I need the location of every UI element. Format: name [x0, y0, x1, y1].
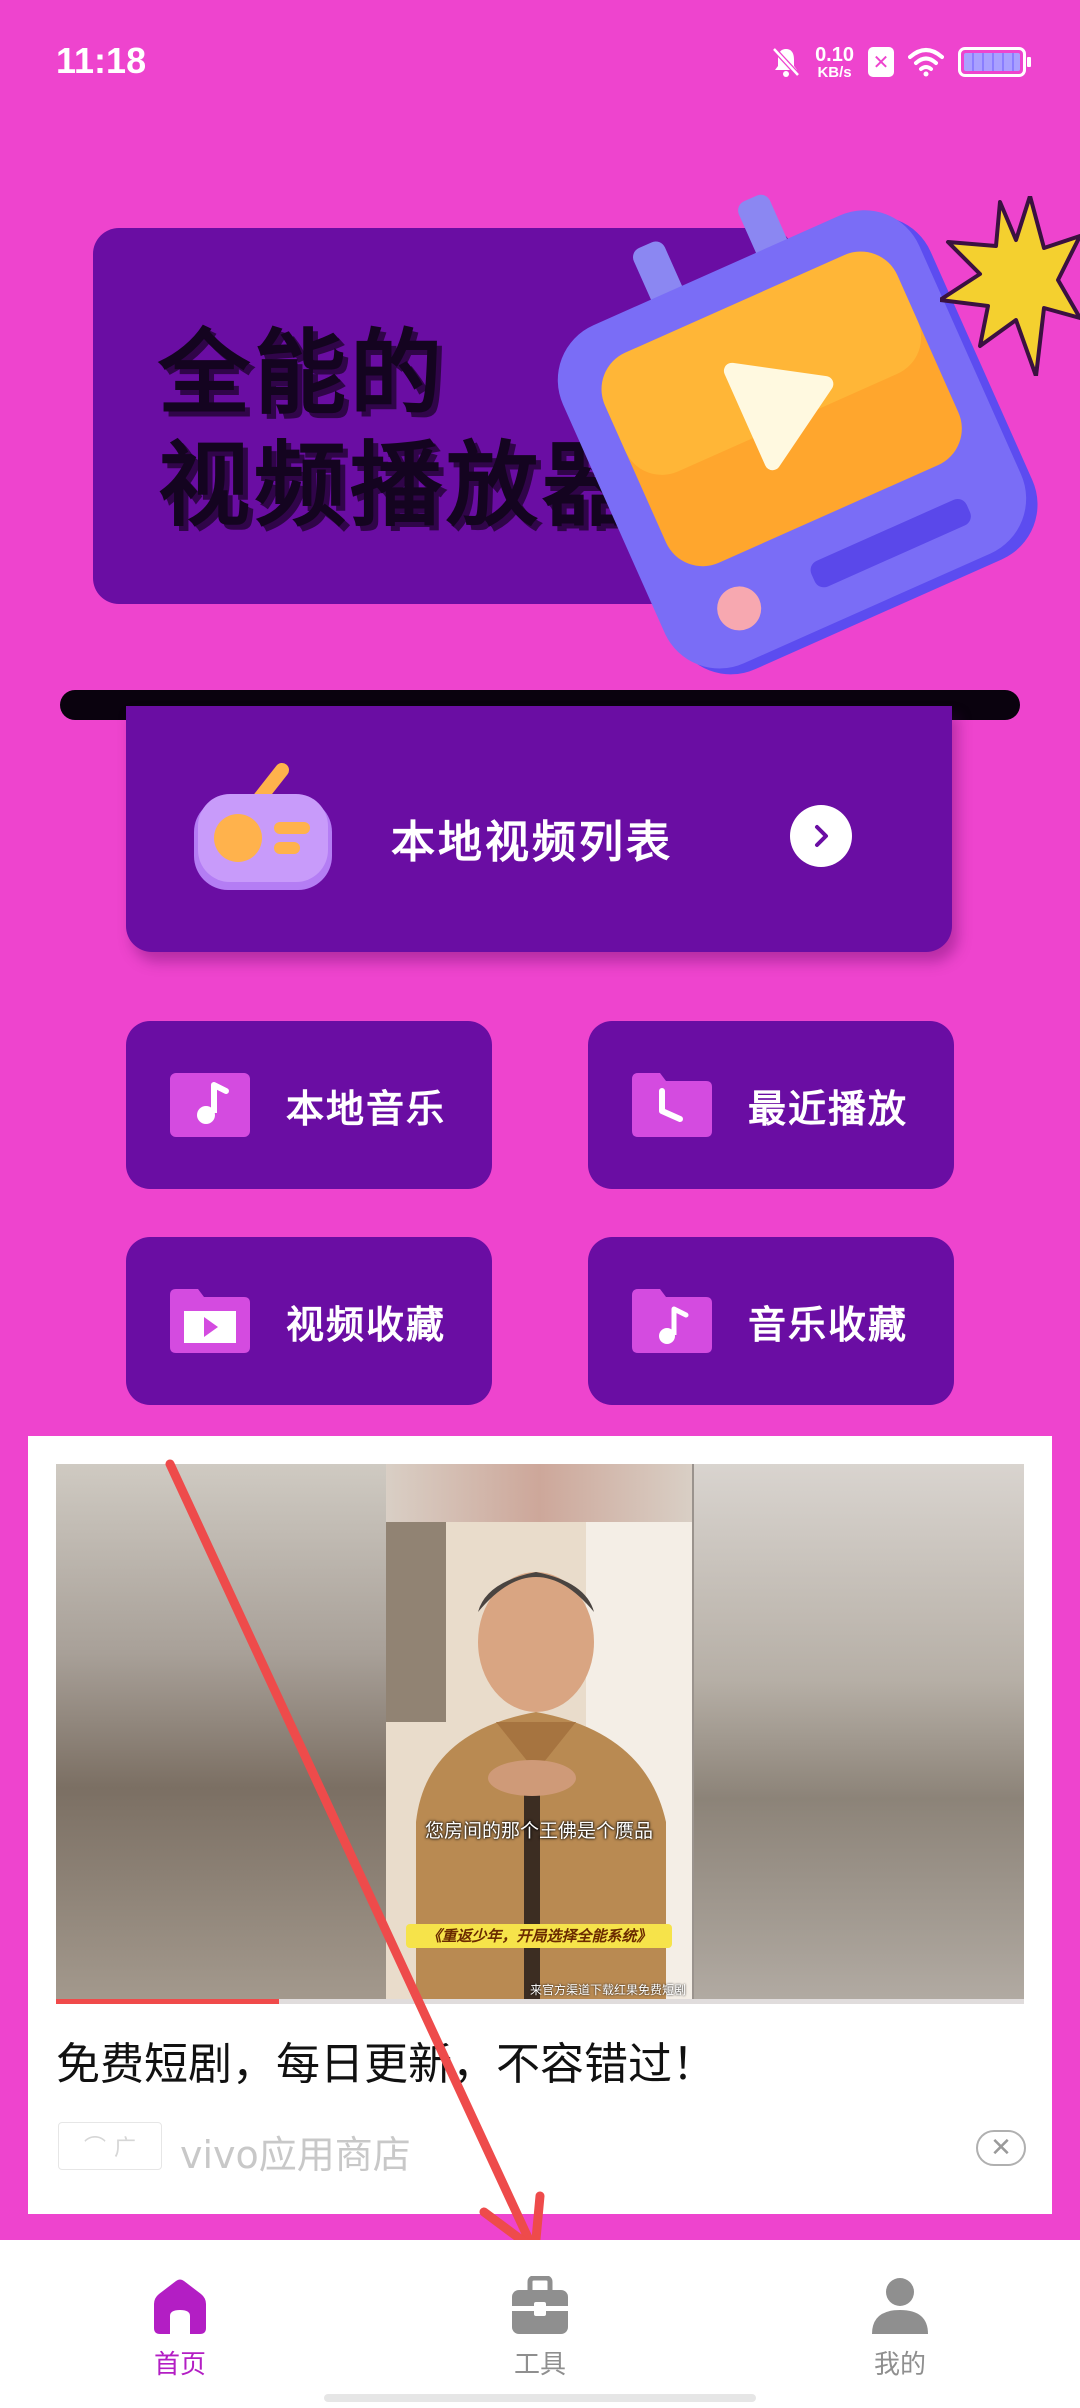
- nav-tools[interactable]: 工具: [460, 2276, 620, 2381]
- nav-tools-label: 工具: [513, 2350, 566, 2380]
- status-time: 11:18: [56, 40, 147, 81]
- video-favorites-button[interactable]: 视频收藏: [126, 1237, 492, 1405]
- chevron-glyph: [815, 825, 828, 847]
- radio-icon: [194, 763, 332, 890]
- ad-frame-top: [386, 1464, 692, 1522]
- recent-play-button[interactable]: 最近播放: [588, 1021, 954, 1189]
- video-folder-icon: [170, 1289, 250, 1353]
- bottom-nav: 首页 工具 我的: [0, 2240, 1080, 2408]
- bell-muted-icon: [772, 47, 800, 77]
- home-indicator[interactable]: [324, 2394, 756, 2402]
- status-bar: 11:18 0.10 KB/s ✕: [0, 0, 1080, 120]
- sim-off-icon: ✕: [868, 47, 894, 77]
- nav-mine-label: 我的: [873, 2350, 926, 2380]
- ad-drama-title: 《重返少年，开局选择全能系统》: [406, 1924, 672, 1948]
- net-speed-value: 0.10: [815, 43, 854, 66]
- battery-level: [964, 53, 1020, 71]
- ad-badge: ⌒ 广: [58, 2122, 162, 2170]
- net-speed-unit: KB/s: [817, 63, 852, 81]
- close-icon[interactable]: ✕: [976, 2130, 1026, 2166]
- nav-home-label: 首页: [153, 2350, 206, 2380]
- battery-icon: [958, 47, 1031, 77]
- ad-subtitle: 您房间的那个王佛是个赝品: [424, 1820, 653, 1842]
- local-video-list-button[interactable]: 本地视频列表: [126, 706, 952, 952]
- local-music-button[interactable]: 本地音乐: [126, 1021, 492, 1189]
- music-favorites-button[interactable]: 音乐收藏: [588, 1237, 954, 1405]
- user-icon: [872, 2278, 928, 2334]
- status-icons: 0.10 KB/s ✕: [771, 40, 1031, 84]
- ad-video[interactable]: 您房间的那个王佛是个赝品 《重返少年，开局选择全能系统》 来官方渠道下载红果免费…: [56, 1464, 1024, 2004]
- wifi-icon: [908, 48, 944, 77]
- local-music-label: 本地音乐: [286, 1086, 447, 1131]
- music-note-icon: [170, 1073, 250, 1137]
- nav-mine[interactable]: 我的: [820, 2276, 980, 2381]
- ad-credit: 来官方渠道下载红果免费短剧: [529, 1983, 686, 1997]
- ad-progress-fill: [56, 1999, 279, 2004]
- ad-card[interactable]: 您房间的那个王佛是个赝品 《重返少年，开局选择全能系统》 来官方渠道下载红果免费…: [28, 1436, 1052, 2214]
- ad-badge-label: 广: [114, 2136, 137, 2161]
- music-folder-icon: [632, 1289, 712, 1353]
- recent-folder-icon: [632, 1073, 712, 1137]
- ad-badge-icon: ⌒: [83, 2136, 106, 2161]
- local-video-list-label: 本地视频列表: [391, 817, 673, 868]
- ad-source: vivo应用商店: [180, 2133, 411, 2177]
- video-favorites-label: 视频收藏: [286, 1302, 447, 1347]
- home-icon: [154, 2279, 206, 2334]
- ad-progress-bar: [56, 1999, 1024, 2004]
- ad-blur-right: [694, 1464, 1024, 2004]
- music-favorites-label: 音乐收藏: [748, 1302, 909, 1347]
- ad-headline[interactable]: 免费短剧，每日更新，不容错过！: [56, 2028, 716, 2092]
- nav-home[interactable]: 首页: [100, 2276, 260, 2381]
- chevron-right-icon[interactable]: [790, 805, 852, 867]
- ad-blur-left: [56, 1464, 386, 2004]
- starburst-icon: [940, 196, 1080, 376]
- net-speed: 0.10 KB/s: [815, 45, 854, 80]
- toolbox-icon: [512, 2276, 568, 2334]
- recent-play-label: 最近播放: [748, 1086, 909, 1131]
- ad-video-frame: 您房间的那个王佛是个赝品 《重返少年，开局选择全能系统》 来官方渠道下载红果免费…: [386, 1464, 692, 2004]
